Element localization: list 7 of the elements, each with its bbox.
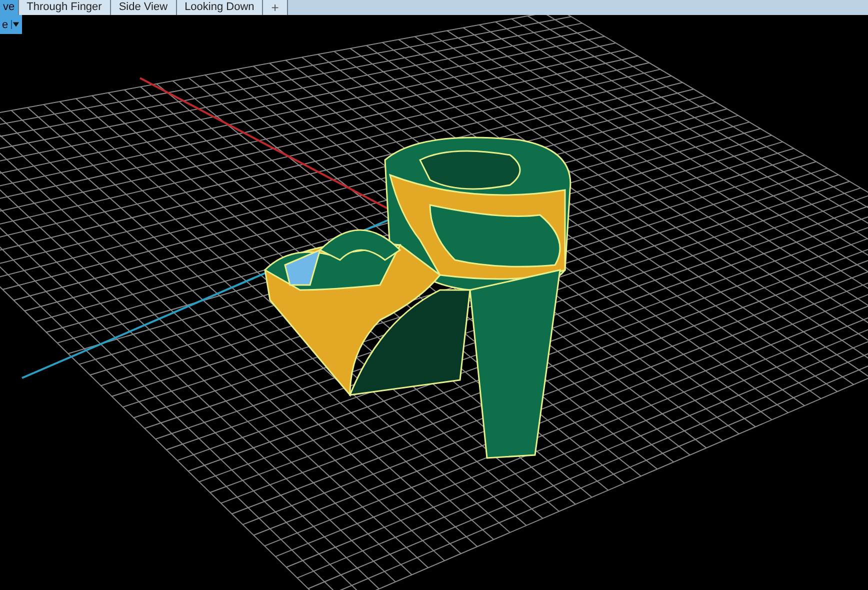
viewport-tab[interactable]: Side View — [110, 0, 177, 15]
viewport-tab[interactable]: ve — [0, 0, 19, 15]
viewport-title[interactable]: e — [0, 15, 22, 34]
viewport-tab[interactable]: Through Finger — [18, 0, 111, 15]
add-tab-button[interactable]: + — [263, 0, 288, 15]
viewport-tab[interactable]: Looking Down — [176, 0, 264, 15]
caret-icon — [11, 20, 20, 29]
